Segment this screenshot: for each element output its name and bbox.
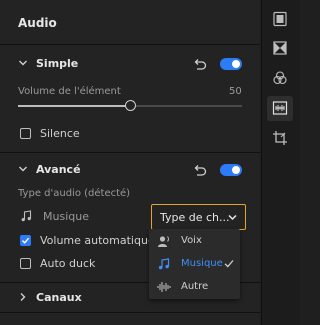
auto-duck-label: Auto duck: [40, 257, 96, 270]
menu-item-label: Musique: [181, 258, 223, 269]
film-panel-icon[interactable]: [272, 11, 288, 27]
checkmark-icon: [224, 260, 234, 268]
panel-title: Audio: [18, 16, 57, 30]
divider: [0, 152, 260, 153]
chevron-down-icon[interactable]: [18, 58, 28, 68]
audio-type-label: Type d'audio (détecté): [18, 188, 131, 199]
audio-type-menu: Voix Musique Autre: [149, 229, 240, 299]
music-note-icon: [21, 210, 32, 222]
simple-toggle[interactable]: [220, 58, 242, 70]
volume-label: Volume de l'élément: [18, 86, 121, 97]
crop-icon[interactable]: [272, 130, 288, 146]
chevron-down-icon: [228, 214, 237, 221]
color-icon[interactable]: [272, 70, 288, 86]
auto-volume-label: Volume automatique: [40, 234, 155, 247]
waveform-icon: [157, 282, 171, 292]
chevron-right-icon[interactable]: [18, 292, 28, 302]
menu-item-music[interactable]: Musique: [149, 254, 240, 274]
audio-type-dropdown[interactable]: Type de ch...: [151, 204, 246, 230]
volume-slider-thumb[interactable]: [125, 100, 136, 111]
audio-type-value: Musique: [43, 210, 89, 223]
section-channels-label: Canaux: [36, 291, 82, 304]
audio-icon[interactable]: [272, 100, 288, 116]
section-advanced-label: Avancé: [36, 163, 81, 176]
auto-duck-checkbox[interactable]: [20, 258, 31, 269]
music-note-icon: [158, 258, 170, 270]
voice-icon: [158, 236, 169, 247]
divider: [0, 44, 260, 45]
divider: [0, 312, 260, 313]
menu-item-label: Voix: [181, 235, 202, 246]
section-simple-label: Simple: [36, 57, 79, 70]
auto-volume-checkbox[interactable]: [20, 235, 31, 246]
advanced-toggle[interactable]: [220, 164, 242, 176]
audio-panel: Audio Simple Volume de l'élément 50 Sile…: [0, 0, 260, 325]
chevron-down-icon[interactable]: [18, 164, 28, 174]
volume-slider-fill: [18, 105, 130, 107]
silence-label: Silence: [40, 127, 80, 140]
volume-value[interactable]: 50: [229, 86, 242, 97]
menu-item-voice[interactable]: Voix: [149, 231, 240, 251]
reset-icon[interactable]: [193, 58, 207, 70]
silence-checkbox[interactable]: [20, 128, 31, 139]
audio-type-dropdown-value: Type de ch...: [160, 211, 230, 224]
menu-item-label: Autre: [181, 281, 209, 292]
volume-slider[interactable]: [18, 100, 242, 111]
menu-item-other[interactable]: Autre: [149, 277, 240, 297]
checkmark-icon: [21, 237, 30, 244]
reset-icon[interactable]: [193, 164, 207, 176]
transitions-icon[interactable]: [272, 40, 288, 56]
